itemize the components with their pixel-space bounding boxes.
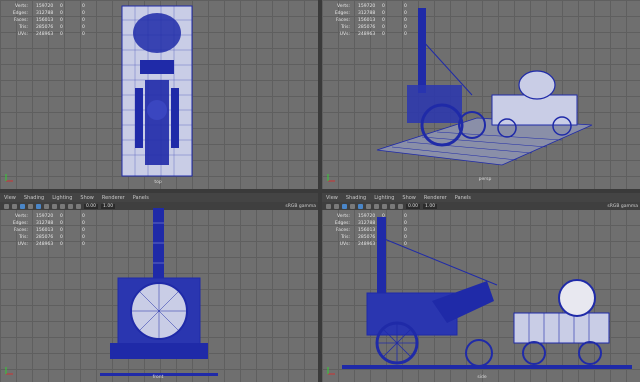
camera-label: persp	[478, 177, 492, 182]
locomotive-front-wireframe	[100, 208, 218, 376]
viewport-persp[interactable]: Verts: 159720 0 0 Edges: 312788 0 0 Faces: 1560…	[322, 0, 640, 189]
camera-label: top	[154, 180, 162, 185]
axis-gizmo	[5, 174, 13, 182]
axis-gizmo	[327, 174, 335, 182]
locomotive-top-wireframe	[121, 5, 193, 177]
camera-label: side	[477, 375, 487, 380]
viewport-front[interactable]: View Shading Lighting Show Renderer Pane…	[0, 193, 318, 382]
axis-gizmo	[5, 367, 13, 375]
axis-gizmo	[327, 367, 335, 375]
locomotive-persp-wireframe	[376, 8, 593, 166]
viewport-top[interactable]: Verts: 159720 0 0 Edges: 312788 0 0 Faces: 1560…	[0, 0, 318, 189]
viewport-side[interactable]: View Shading Lighting Show Renderer Pane…	[322, 193, 640, 382]
locomotive-side-wireframe	[342, 217, 632, 369]
camera-label: front	[152, 375, 164, 380]
